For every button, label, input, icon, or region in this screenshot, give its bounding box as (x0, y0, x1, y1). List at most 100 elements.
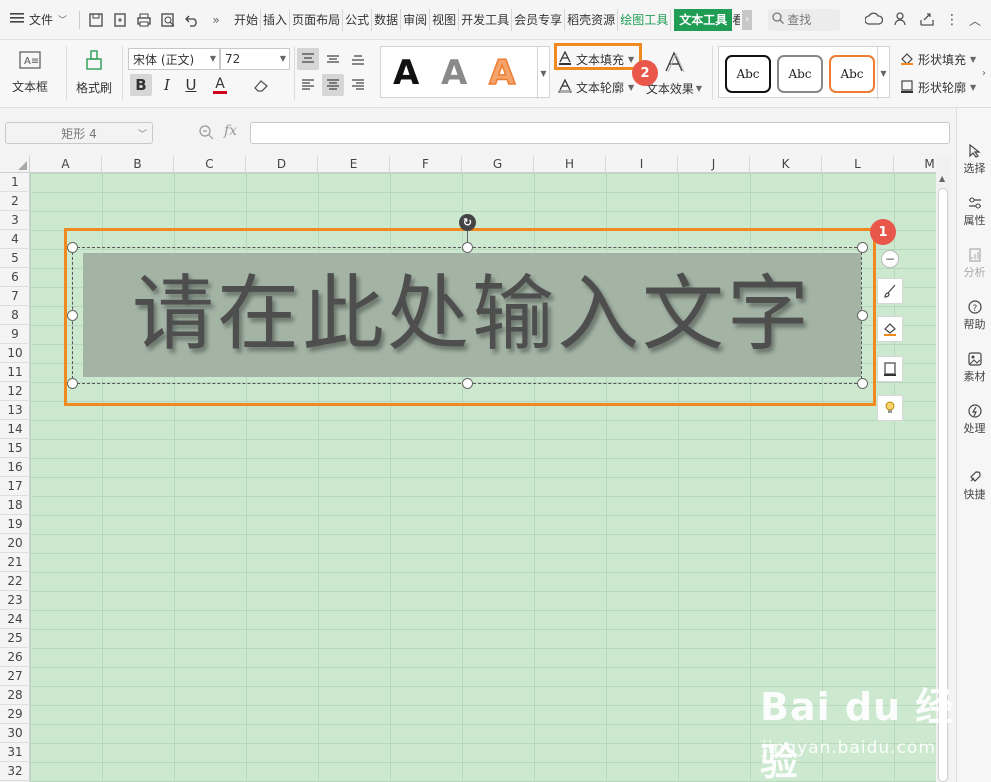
more-quick-access-icon[interactable]: » (204, 7, 228, 33)
font-size-select[interactable]: 72 ▼ (220, 48, 290, 70)
tab-member[interactable]: 会员专享 (512, 8, 566, 31)
shape-style-float-button[interactable] (877, 278, 903, 304)
row-header-cell[interactable]: 4 (0, 230, 30, 249)
tab-home[interactable]: 开始 (232, 8, 262, 31)
tab-overflow[interactable]: 看 (732, 9, 740, 31)
export-pdf-icon[interactable] (108, 7, 132, 33)
row-header-cell[interactable]: 28 (0, 686, 30, 705)
row-header-cell[interactable]: 23 (0, 591, 30, 610)
row-header-cell[interactable]: 6 (0, 268, 30, 287)
user-share-icon[interactable] (893, 11, 909, 30)
tab-formula[interactable]: 公式 (343, 8, 373, 31)
row-header-cell[interactable]: 10 (0, 344, 30, 363)
column-header-cell[interactable]: L (822, 156, 894, 173)
shape-fill-button[interactable]: 形状填充 ▼ (900, 48, 976, 70)
column-header-cell[interactable]: G (462, 156, 534, 173)
undo-icon[interactable] (180, 7, 204, 33)
row-header-cell[interactable]: 26 (0, 648, 30, 667)
row-header-cell[interactable]: 12 (0, 382, 30, 401)
search-button[interactable]: 查找 (768, 8, 841, 31)
text-outline-button[interactable]: 文本轮廓 ▼ (558, 76, 634, 98)
resize-handle-s[interactable] (462, 378, 473, 389)
panel-help[interactable]: ? 帮助 (957, 296, 991, 336)
tab-view[interactable]: 视图 (430, 8, 460, 31)
column-header-cell[interactable]: K (750, 156, 822, 173)
row-header-cell[interactable]: 14 (0, 420, 30, 439)
tab-review[interactable]: 审阅 (401, 8, 431, 31)
row-header-cell[interactable]: 31 (0, 743, 30, 762)
align-middle-icon[interactable] (322, 48, 344, 70)
align-top-icon[interactable] (297, 48, 319, 70)
rotate-handle-icon[interactable]: ↻ (459, 214, 476, 231)
row-header-cell[interactable]: 29 (0, 705, 30, 724)
ribbon-scroll-right-icon[interactable]: › (982, 68, 986, 79)
row-header-cell[interactable]: 11 (0, 363, 30, 382)
column-header-cell[interactable]: H (534, 156, 606, 173)
italic-button[interactable]: I (156, 74, 178, 96)
font-name-select[interactable]: 宋体 (正文) ▼ (128, 48, 220, 70)
row-header-cell[interactable]: 3 (0, 211, 30, 230)
row-header-cell[interactable]: 2 (0, 192, 30, 211)
column-header-cell[interactable]: C (174, 156, 246, 173)
row-header-cell[interactable]: 13 (0, 401, 30, 420)
textbox-button[interactable]: A≡ 文本框 (6, 46, 54, 100)
row-header-cell[interactable]: 22 (0, 572, 30, 591)
save-icon[interactable] (84, 7, 108, 33)
row-header-cell[interactable]: 17 (0, 477, 30, 496)
font-color-button[interactable]: A (206, 74, 234, 96)
row-header-cell[interactable]: 21 (0, 553, 30, 572)
resize-handle-w[interactable] (67, 310, 78, 321)
tab-text-tools[interactable]: 文本工具 (674, 8, 733, 31)
zoom-formula-icon[interactable] (198, 124, 214, 143)
row-header-cell[interactable]: 30 (0, 724, 30, 743)
tab-page-layout[interactable]: 页面布局 (290, 8, 344, 31)
row-header-cell[interactable]: 18 (0, 496, 30, 515)
chevron-right-icon[interactable]: › (742, 9, 753, 30)
panel-shortcut[interactable]: 快捷 (957, 466, 991, 506)
align-right-icon[interactable] (347, 74, 369, 96)
align-center-icon[interactable] (322, 74, 344, 96)
panel-properties[interactable]: 属性 (957, 192, 991, 232)
share-icon[interactable] (919, 11, 935, 30)
text-style-gray[interactable]: A (441, 53, 467, 93)
scroll-up-icon[interactable]: ▲ (939, 174, 945, 183)
row-header-cell[interactable]: 24 (0, 610, 30, 629)
gallery-expand-icon[interactable]: ▼ (877, 47, 889, 99)
column-header-cell[interactable]: F (390, 156, 462, 173)
tab-insert[interactable]: 插入 (261, 8, 291, 31)
row-header-cell[interactable]: 32 (0, 762, 30, 781)
smart-tip-float-button[interactable] (877, 395, 903, 421)
column-header-cell[interactable]: E (318, 156, 390, 173)
column-header-cell[interactable]: J (678, 156, 750, 173)
formula-input[interactable] (250, 122, 950, 144)
panel-select[interactable]: 选择 (957, 140, 991, 180)
row-header-cell[interactable]: 19 (0, 515, 30, 534)
resize-handle-nw[interactable] (67, 242, 78, 253)
column-header-cell[interactable]: A (30, 156, 102, 173)
panel-analysis[interactable]: 分析 (957, 244, 991, 284)
row-header-cell[interactable]: 1 (0, 173, 30, 192)
tab-docer[interactable]: 稻壳资源 (565, 8, 619, 31)
resize-handle-ne[interactable] (857, 242, 868, 253)
column-header-cell[interactable]: B (102, 156, 174, 173)
row-header-cell[interactable]: 20 (0, 534, 30, 553)
row-header-cell[interactable]: 7 (0, 287, 30, 306)
file-menu-button[interactable]: 文件 ﹀ (0, 0, 75, 40)
underline-button[interactable]: U (180, 74, 202, 96)
align-left-icon[interactable] (297, 74, 319, 96)
column-header-cell[interactable]: I (606, 156, 678, 173)
shape-style-gray[interactable]: Abc (777, 55, 823, 93)
gallery-expand-icon[interactable]: ▼ (537, 47, 549, 99)
shape-outline-button[interactable]: 形状轮廓 ▼ (900, 76, 976, 98)
text-style-orange[interactable]: A (488, 52, 516, 94)
print-preview-icon[interactable] (156, 7, 180, 33)
row-header-cell[interactable]: 16 (0, 458, 30, 477)
resize-handle-sw[interactable] (67, 378, 78, 389)
clear-format-icon[interactable] (250, 74, 272, 96)
shape-fill-float-button[interactable] (877, 316, 903, 342)
text-style-black[interactable]: A (393, 53, 419, 93)
row-header-cell[interactable]: 8 (0, 306, 30, 325)
tab-developer[interactable]: 开发工具 (459, 8, 513, 31)
bold-button[interactable]: B (130, 74, 152, 96)
shape-text[interactable]: 请在此处输入文字 (83, 253, 861, 377)
